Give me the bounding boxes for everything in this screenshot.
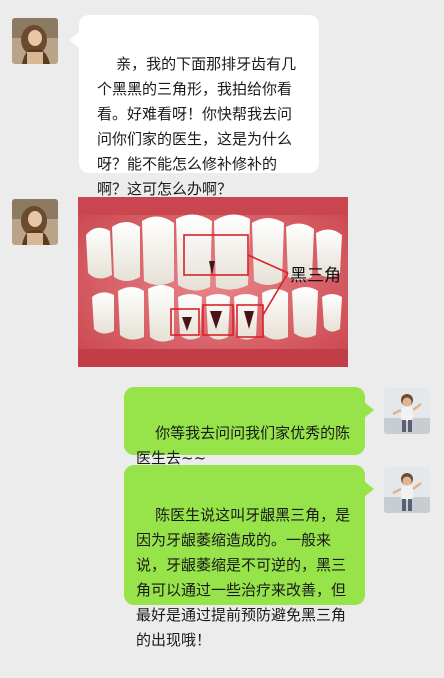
message-text: 亲，我的下面那排牙齿有几个黑黑的三角形，我拍给你看看。好难看呀！你快帮我去问问你…: [97, 55, 297, 198]
bubble-tail: [364, 481, 374, 497]
chat-window: 亲，我的下面那排牙齿有几个黑黑的三角形，我拍给你看看。好难看呀！你快帮我去问问你…: [0, 0, 444, 649]
girl-avatar-icon: [12, 18, 58, 64]
black-triangle-label: 黑三角: [290, 266, 341, 286]
girl-avatar-icon: [12, 199, 58, 245]
message-text: 陈医生说这叫牙龈黑三角，是因为牙龈萎缩造成的。一般来说，牙龈萎缩是不可逆的，黑三…: [136, 506, 351, 649]
sender-avatar[interactable]: [12, 199, 58, 245]
message-bubble-outgoing[interactable]: 陈医生说这叫牙龈黑三角，是因为牙龈萎缩造成的。一般来说，牙龈萎缩是不可逆的，黑三…: [124, 465, 365, 649]
message-bubble-incoming[interactable]: 亲，我的下面那排牙齿有几个黑黑的三角形，我拍给你看看。好难看呀！你快帮我去问问你…: [79, 15, 319, 198]
message-bubble-outgoing[interactable]: 你等我去问问我们家优秀的陈医生去~~: [124, 387, 365, 467]
boy-avatar-icon: [384, 388, 430, 434]
message-text: 你等我去问问我们家优秀的陈医生去~~: [136, 424, 351, 467]
boy-avatar-icon: [384, 467, 430, 513]
bubble-tail: [364, 402, 374, 418]
self-avatar[interactable]: [384, 388, 430, 434]
bubble-tail: [69, 32, 79, 48]
teeth-photo[interactable]: 黑三角: [78, 197, 348, 367]
self-avatar[interactable]: [384, 467, 430, 513]
sender-avatar[interactable]: [12, 18, 58, 64]
